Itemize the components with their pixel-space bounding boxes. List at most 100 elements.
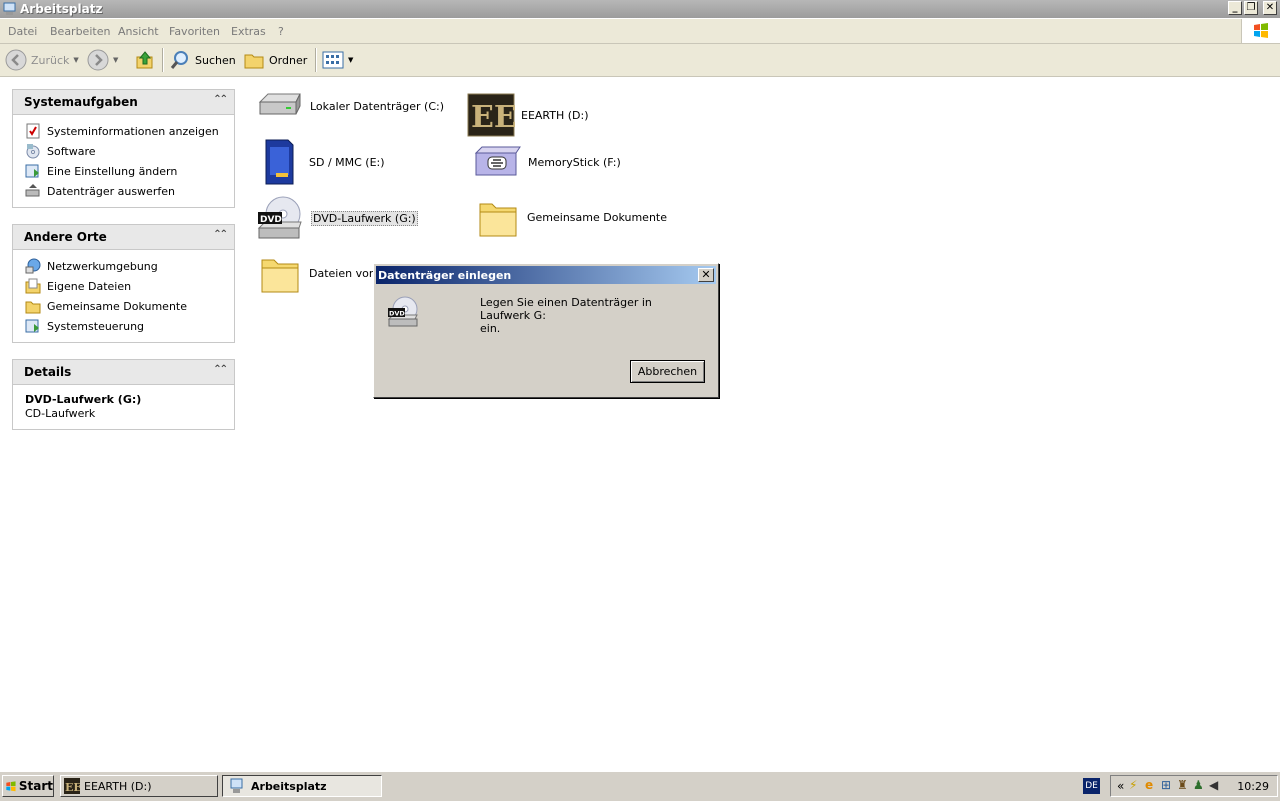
windows-logo-icon [6,781,16,792]
dialog-message-line1: Legen Sie einen Datenträger in Laufwerk … [480,296,652,322]
drive-label: EEARTH (D:) [521,108,589,122]
start-label: Start [18,779,53,793]
dialog-title: Datenträger einlegen [378,269,512,282]
task-change-setting[interactable]: Eine Einstellung ändern [25,161,234,181]
dialog-message: Legen Sie einen Datenträger in Laufwerk … [480,296,700,335]
up-folder-icon [136,51,153,69]
task-arbeitsplatz[interactable]: Arbeitsplatz [222,775,382,797]
svg-text:DVD: DVD [389,310,405,318]
task-eearth[interactable]: EE EEARTH (D:) [60,775,218,797]
software-cd-icon [26,144,40,159]
place-control-panel[interactable]: Systemsteuerung [25,316,234,336]
files-of-folder[interactable]: Dateien von s [260,252,385,294]
clock[interactable]: 10:29 [1237,780,1269,793]
restore-button[interactable]: ❐ [1244,1,1258,15]
power-icon[interactable]: ⚡ [1129,778,1137,792]
system-tasks-panel: Systemaufgaben ⌃⌃ Systeminformationen an… [12,89,235,208]
forward-button[interactable]: ▼ [87,49,118,71]
folder-label: Gemeinsame Dokumente [527,210,667,224]
volume-icon[interactable]: ◀ [1209,778,1218,792]
up-folder-button[interactable] [134,50,156,70]
task-system-info[interactable]: Systeminformationen anzeigen [25,121,234,141]
drive-f[interactable]: MemoryStick (F:) [474,145,621,179]
user-icon[interactable]: ♟ [1193,778,1204,792]
folder-icon [261,259,299,293]
other-places-header[interactable]: Andere Orte ⌃⌃ [13,225,234,250]
place-label: Eigene Dateien [47,279,132,293]
back-dropdown-icon[interactable]: ▼ [73,56,78,64]
insert-disk-dialog: Datenträger einlegen ✕ DVD Legen Sie ein… [373,263,719,398]
close-button[interactable]: ✕ [1263,1,1277,15]
toolbar: Zurück ▼ ▼ Suchen Ordner ▼ [0,44,1280,77]
svg-text:EE: EE [471,100,515,135]
dialog-close-button[interactable]: ✕ [698,268,714,282]
folder-icon [25,301,41,314]
menu-help[interactable]: ? [278,25,284,38]
menu-datei[interactable]: Datei [8,25,37,38]
folder-icon [244,54,264,69]
drive-g[interactable]: DVD DVD-Laufwerk (G:) [257,194,418,242]
security-icon[interactable]: ♜ [1177,778,1188,792]
task-label: Software [47,144,96,158]
drive-c[interactable]: Lokaler Datenträger (C:) [256,90,444,122]
collapse-chevron-icon[interactable]: ⌃⌃ [213,229,228,240]
system-tasks-header[interactable]: Systemaufgaben ⌃⌃ [13,90,234,115]
place-label: Systemsteuerung [47,319,145,333]
documents-folder-icon [25,278,41,294]
cancel-button[interactable]: Abbrechen [630,360,705,383]
minimize-button[interactable]: _ [1228,1,1242,15]
drive-d[interactable]: EE EEARTH (D:) [467,93,589,137]
details-header[interactable]: Details ⌃⌃ [13,360,234,385]
eearth-disc-icon: EE [467,93,515,137]
place-shared-documents[interactable]: Gemeinsame Dokumente [25,296,234,316]
task-eject[interactable]: Datenträger auswerfen [25,181,234,201]
network-icon[interactable]: ⊞ [1161,778,1171,792]
views-dropdown-icon[interactable]: ▼ [348,56,353,64]
task-label: Datenträger auswerfen [47,184,175,198]
eject-drive-icon [25,184,40,197]
start-button[interactable]: Start [2,775,54,797]
folders-label: Ordner [269,53,308,67]
menu-favoriten[interactable]: Favoriten [169,25,220,38]
place-label: Netzwerkumgebung [47,259,158,273]
search-label: Suchen [195,53,236,67]
drive-label-selected: DVD-Laufwerk (G:) [311,210,418,226]
search-button[interactable]: Suchen [169,50,236,70]
system-info-icon [26,123,40,139]
collapse-chevron-icon[interactable]: ⌃⌃ [213,94,228,105]
collapse-chevron-icon[interactable]: ⌃⌃ [213,364,228,375]
ie-icon[interactable]: e [1145,778,1153,792]
view-grid-icon [322,51,344,69]
window-titlebar[interactable]: Arbeitsplatz _ ❐ ✕ [0,0,1280,18]
place-network[interactable]: Netzwerkumgebung [25,256,234,276]
tray-expand-button[interactable]: « [1117,779,1124,793]
dialog-titlebar[interactable]: Datenträger einlegen ✕ [376,266,716,284]
menu-extras[interactable]: Extras [231,25,266,38]
folder-icon [479,203,517,237]
details-type: CD-Laufwerk [25,407,96,420]
shared-documents-folder[interactable]: Gemeinsame Dokumente [478,196,667,238]
back-arrow-icon [5,49,27,71]
forward-dropdown-icon[interactable]: ▼ [113,56,118,64]
drive-e[interactable]: SD / MMC (E:) [262,137,385,187]
control-panel-icon [25,164,39,178]
windows-logo-icon [1241,19,1280,43]
eearth-disc-icon: EE [64,778,80,794]
dialog-message-line2: ein. [480,322,501,335]
svg-text:DVD: DVD [260,215,282,225]
task-label: EEARTH (D:) [84,779,152,793]
task-label: Eine Einstellung ändern [47,164,178,178]
views-button[interactable]: ▼ [322,50,353,70]
computer-icon [230,778,243,793]
folders-button[interactable]: Ordner [243,50,307,70]
menu-ansicht[interactable]: Ansicht [118,25,159,38]
svg-text:EE: EE [65,781,80,794]
language-indicator[interactable]: DE [1083,778,1100,794]
drive-label: MemoryStick (F:) [528,155,621,169]
control-panel-icon [25,319,39,333]
place-my-documents[interactable]: Eigene Dateien [25,276,234,296]
back-button[interactable]: Zurück ▼ [5,49,79,71]
menu-bearbeiten[interactable]: Bearbeiten [50,25,110,38]
task-software[interactable]: Software [25,141,234,161]
window-title: Arbeitsplatz [20,2,103,16]
